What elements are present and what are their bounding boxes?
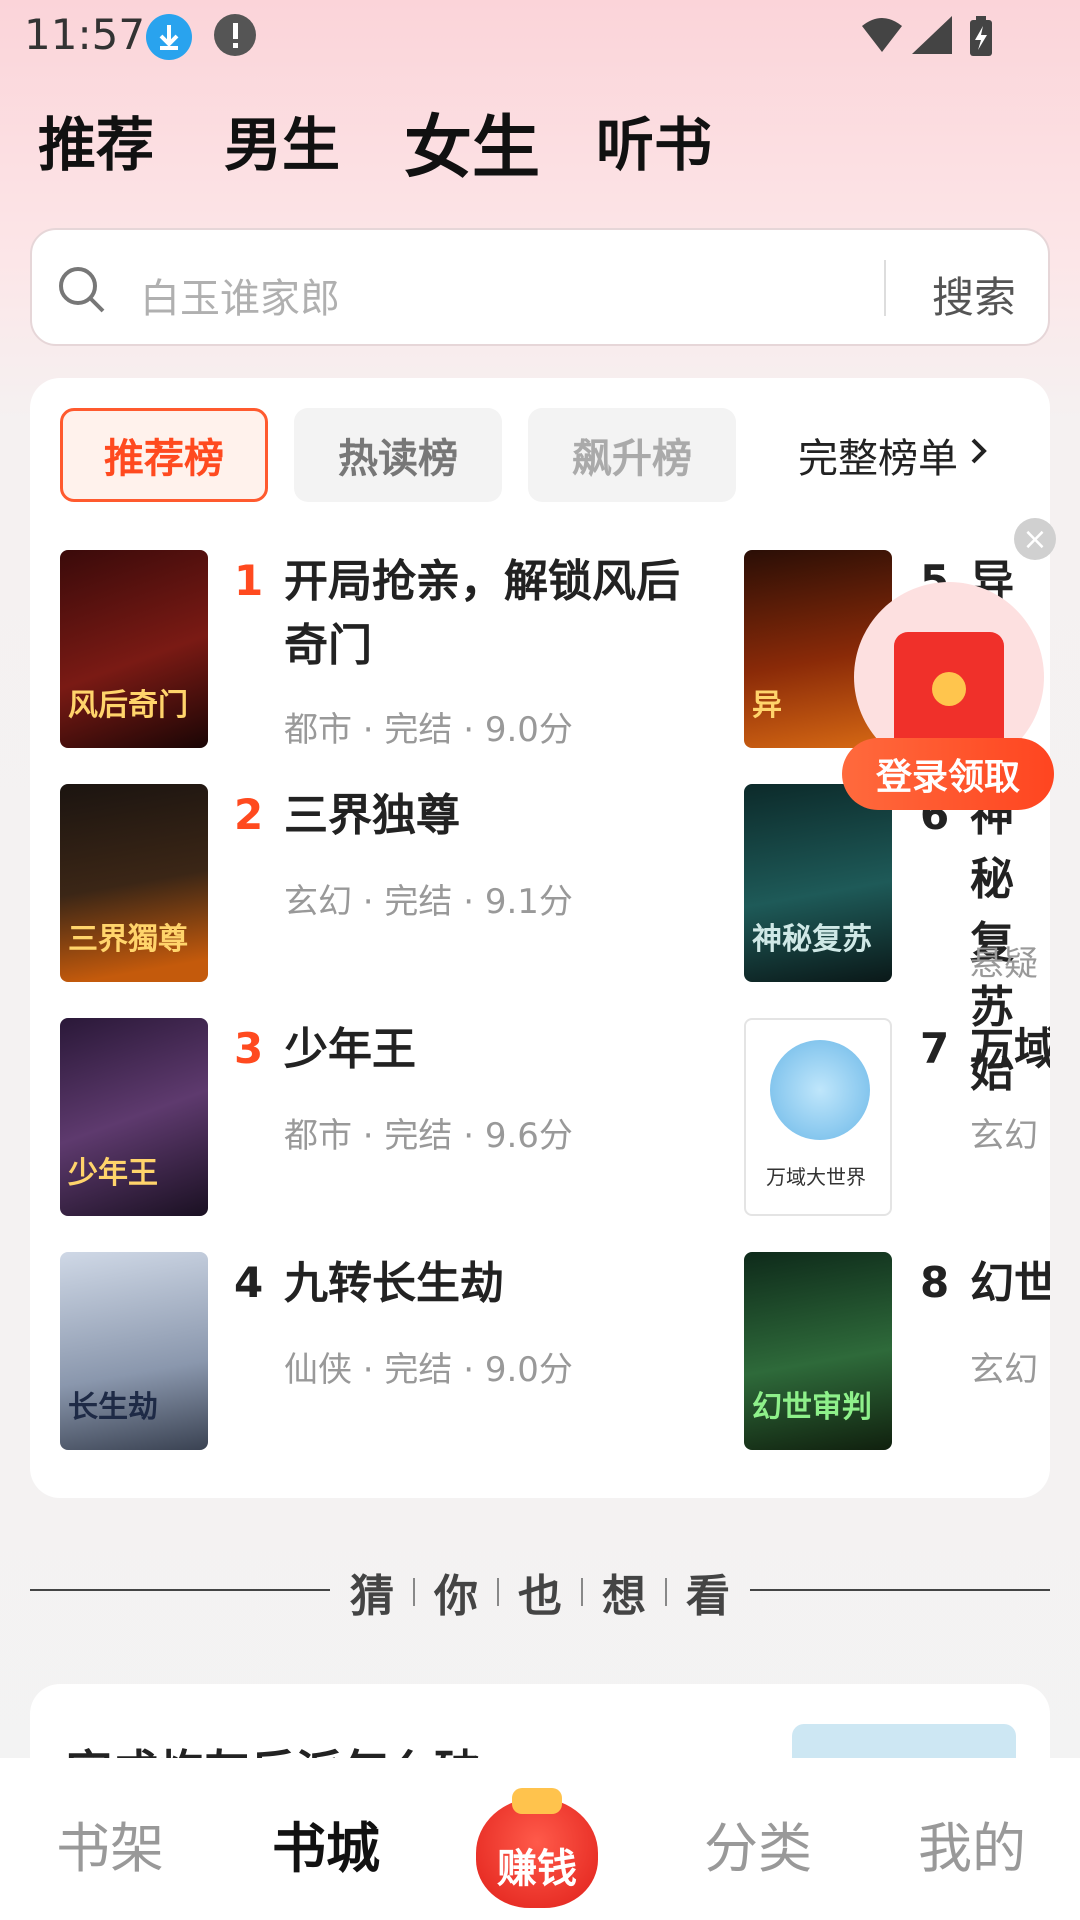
guess-char: 想 — [602, 1571, 646, 1622]
cover-text: 风后奇门 — [68, 688, 188, 723]
book-cover: 风后奇门 — [60, 550, 208, 748]
search-button[interactable]: 搜索 — [932, 264, 1016, 325]
book-meta: 玄幻 · 完结 · 9.1分 — [284, 882, 573, 922]
book-title: 万域大世界 — [970, 1024, 1050, 1075]
download-icon — [146, 14, 192, 60]
book-meta: 玄幻 — [970, 1116, 1038, 1156]
ranking-card: 推荐榜 热读榜 飙升榜 完整榜单 风后奇门 1 开局抢亲，解锁风后奇门 都市 ·… — [30, 378, 1050, 1498]
book-item[interactable]: 少年王 3 少年王 都市 · 完结 · 9.6分 — [60, 1018, 620, 1218]
bag-knot — [512, 1788, 562, 1814]
nav-earn-label: 赚钱 — [497, 1846, 577, 1892]
rank-number: 1 — [234, 556, 264, 605]
chevron-right-icon — [966, 432, 992, 478]
guess-char: 也 — [518, 1571, 562, 1622]
book-title: 少年王 — [284, 1024, 416, 1075]
tab-recommend[interactable]: 推荐 — [38, 98, 154, 182]
divider-line — [30, 1589, 330, 1591]
guess-you-like-header: 猜 你 也 想 看 — [30, 1560, 1050, 1622]
book-cover: 三界獨尊 — [60, 784, 208, 982]
book-cover: 长生劫 — [60, 1252, 208, 1450]
close-icon: × — [1022, 521, 1048, 557]
book-item[interactable]: 长生劫 4 九转长生劫 仙侠 · 完结 · 9.0分 — [60, 1252, 620, 1452]
book-title: 九转长生劫 — [284, 1258, 504, 1309]
divider-line — [750, 1589, 1050, 1591]
tab-female[interactable]: 女生 — [404, 92, 540, 191]
bottom-nav: 书架 书城 赚钱 分类 我的 — [0, 1758, 1080, 1920]
promo-close-button[interactable]: × — [1014, 518, 1056, 560]
nav-earn[interactable]: 赚钱 — [476, 1788, 606, 1908]
rank-tab-recommend[interactable]: 推荐榜 — [60, 408, 268, 502]
book-meta: 都市 · 完结 · 9.0分 — [284, 710, 573, 750]
cover-text: 三界獨尊 — [68, 922, 188, 957]
book-item[interactable]: 风后奇门 1 开局抢亲，解锁风后奇门 都市 · 完结 · 9.0分 — [60, 550, 680, 750]
rank-tab-rising[interactable]: 飙升榜 — [528, 408, 736, 502]
rank-number: 2 — [234, 790, 264, 839]
book-item[interactable]: 万域大世界 7 万域大世界 玄幻 — [744, 1018, 1050, 1218]
alert-icon — [214, 14, 256, 56]
cover-text: 幻世审判 — [752, 1390, 872, 1425]
search-bar[interactable]: 白玉谁家郎 搜索 — [30, 228, 1050, 346]
status-icons — [860, 14, 1000, 64]
guess-char: 看 — [686, 1571, 730, 1622]
cover-text: 万域大世界 — [766, 1165, 866, 1189]
status-bar: 11:57 — [0, 0, 1080, 72]
search-icon — [56, 264, 108, 320]
book-title: 幻世审判 — [970, 1258, 1050, 1309]
cover-text: 长生劫 — [68, 1390, 158, 1425]
rank-tab-hot[interactable]: 热读榜 — [294, 408, 502, 502]
book-title: 开局抢亲，解锁风后奇门 — [284, 556, 680, 671]
full-list-label: 完整榜单 — [798, 436, 958, 482]
book-meta: 仙侠 · 完结 · 9.0分 — [284, 1350, 573, 1390]
guess-title: 猜 你 也 想 看 — [350, 1560, 730, 1624]
book-item[interactable]: 三界獨尊 2 三界独尊 玄幻 · 完结 · 9.1分 — [60, 784, 620, 984]
rank-number: 8 — [920, 1258, 950, 1307]
guess-char: 你 — [434, 1571, 478, 1622]
login-claim-button[interactable]: 登录领取 — [842, 738, 1054, 810]
rank-number: 4 — [234, 1258, 264, 1307]
wifi-icon — [862, 18, 902, 52]
red-envelope-icon[interactable] — [894, 632, 1004, 752]
signal-icon — [912, 16, 952, 54]
book-meta: 玄幻 — [970, 1350, 1038, 1390]
book-title: 三界独尊 — [284, 790, 460, 841]
rank-number: 7 — [920, 1024, 950, 1073]
full-list-link[interactable]: 完整榜单 — [798, 408, 1048, 502]
cover-text: 神秘复苏 — [752, 922, 872, 957]
tab-audiobook[interactable]: 听书 — [596, 98, 712, 182]
book-meta: 都市 · 完结 · 9.6分 — [284, 1116, 573, 1156]
nav-category[interactable]: 分类 — [704, 1804, 812, 1883]
nav-bookshelf[interactable]: 书架 — [56, 1804, 164, 1883]
book-cover: 神秘复苏 — [744, 784, 892, 982]
search-divider — [884, 260, 886, 316]
book-cover: 少年王 — [60, 1018, 208, 1216]
search-input[interactable]: 白玉谁家郎 — [140, 266, 340, 324]
nav-profile[interactable]: 我的 — [918, 1804, 1026, 1883]
cover-text: 少年王 — [68, 1156, 158, 1191]
book-meta: 悬疑 — [970, 944, 1038, 984]
book-item[interactable]: 幻世审判 8 幻世审判 玄幻 — [744, 1252, 1050, 1452]
book-item[interactable]: 神秘复苏 6 神秘复苏始 悬疑 — [744, 784, 1050, 1097]
book-cover: 幻世审判 — [744, 1252, 892, 1450]
book-cover: 万域大世界 — [744, 1018, 892, 1216]
cover-text: 异 — [752, 688, 782, 723]
status-time: 11:57 — [24, 10, 146, 59]
nav-bookstore[interactable]: 书城 — [272, 1804, 380, 1883]
battery-icon — [970, 16, 992, 56]
rank-number: 3 — [234, 1024, 264, 1073]
guess-char: 猜 — [350, 1571, 394, 1622]
tab-male[interactable]: 男生 — [224, 98, 340, 182]
